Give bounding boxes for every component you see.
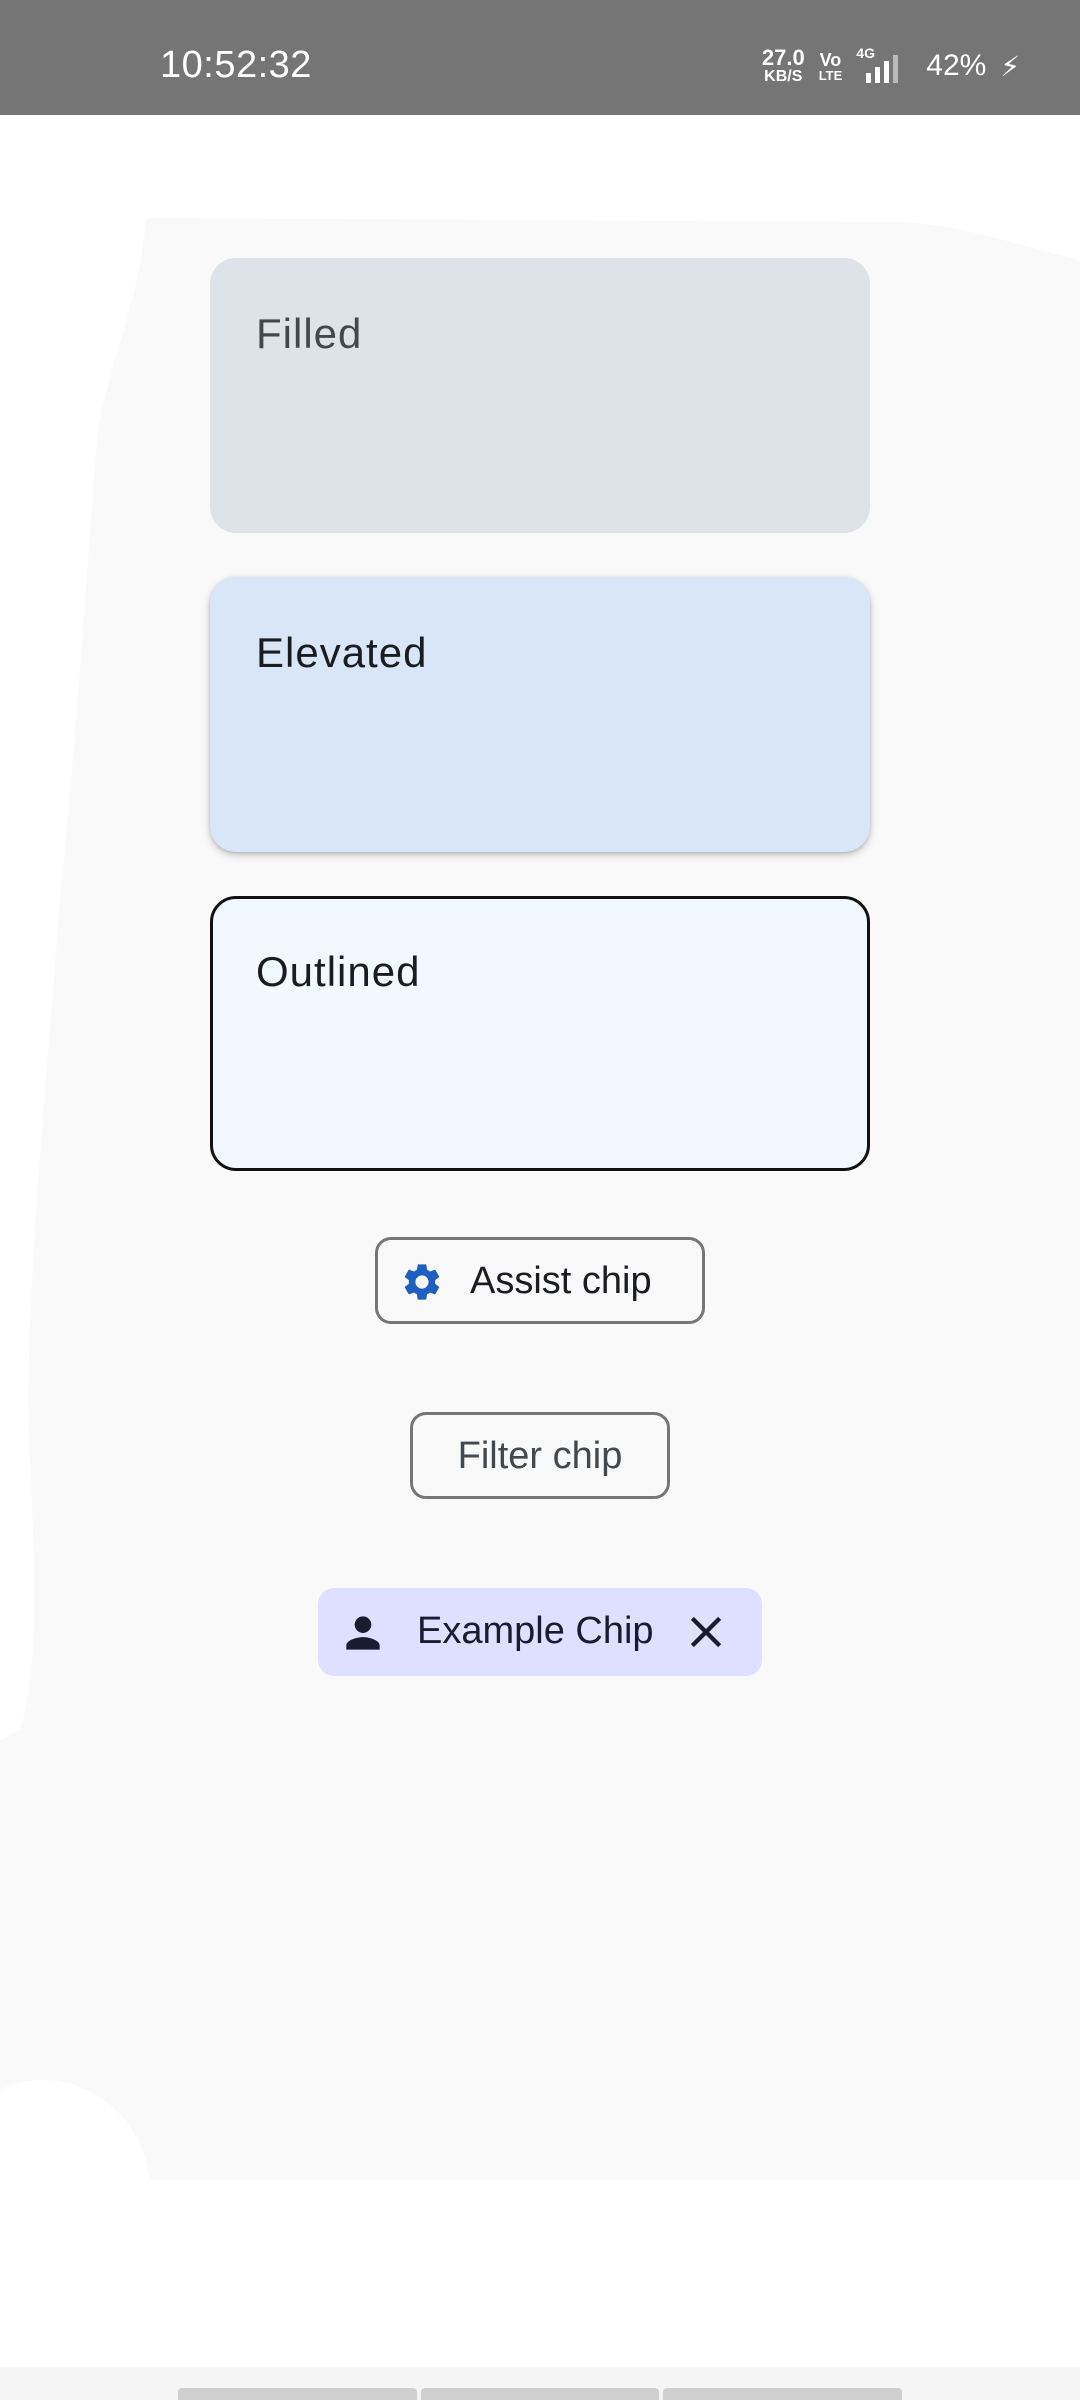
elevated-card[interactable]: Elevated bbox=[210, 577, 870, 852]
example-chip-label: Example Chip bbox=[417, 1610, 654, 1652]
signal-icon: 4G bbox=[856, 45, 912, 83]
volte-indicator: Vo LTE bbox=[819, 51, 843, 82]
status-bar: 10:52:32 27.0 KB/S Vo LTE 4G 42% ⚡ bbox=[0, 0, 1080, 115]
outlined-card-label: Outlined bbox=[256, 948, 421, 995]
assist-chip-label: Assist chip bbox=[470, 1260, 652, 1302]
network-speed: 27.0 KB/S bbox=[762, 47, 805, 85]
filter-chip-label: Filter chip bbox=[457, 1435, 623, 1477]
outlined-card[interactable]: Outlined bbox=[210, 896, 870, 1171]
volte-bottom: LTE bbox=[818, 67, 843, 83]
charging-bolt-icon: ⚡ bbox=[1000, 50, 1020, 82]
assist-chip[interactable]: Assist chip bbox=[375, 1237, 705, 1324]
status-time: 10:52:32 bbox=[160, 44, 312, 86]
filled-card-label: Filled bbox=[256, 310, 363, 357]
person-icon bbox=[346, 1616, 380, 1650]
volte-top: Vo bbox=[819, 49, 842, 70]
elevated-card-label: Elevated bbox=[256, 629, 428, 676]
close-icon[interactable] bbox=[680, 1606, 732, 1658]
screen: 10:52:32 27.0 KB/S Vo LTE 4G 42% ⚡ Fille… bbox=[0, 0, 1080, 2400]
network-speed-value: 27.0 bbox=[761, 45, 805, 70]
gesture-handle[interactable] bbox=[178, 2388, 903, 2400]
status-indicators: 27.0 KB/S Vo LTE 4G 42% ⚡ bbox=[762, 44, 1020, 88]
filter-chip[interactable]: Filter chip bbox=[410, 1412, 670, 1499]
gear-icon bbox=[404, 1264, 440, 1300]
network-type: 4G bbox=[856, 45, 875, 61]
example-input-chip[interactable]: Example Chip bbox=[318, 1588, 762, 1676]
battery-percent: 42% bbox=[926, 49, 987, 82]
network-speed-unit: KB/S bbox=[764, 68, 803, 85]
filled-card[interactable]: Filled bbox=[210, 258, 870, 533]
